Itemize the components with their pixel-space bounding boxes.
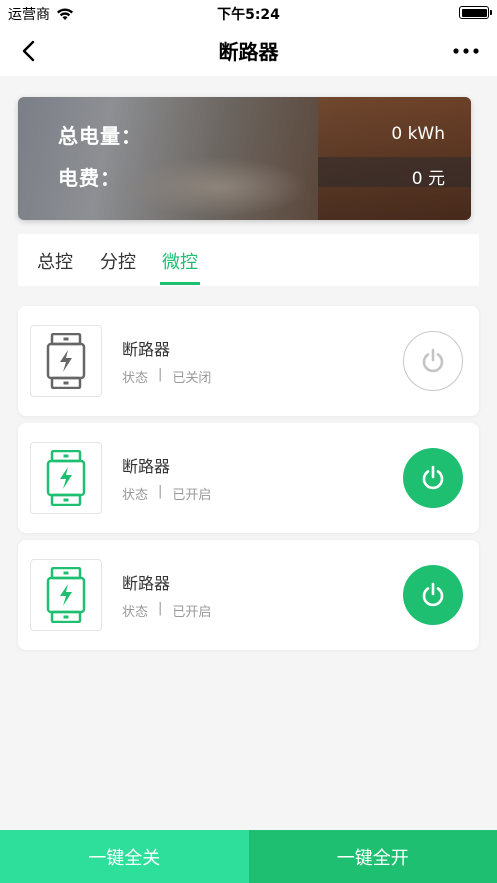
device-name: 断路器 <box>122 574 171 593</box>
device-status: 状态 | 已开启 <box>122 484 211 503</box>
device-card[interactable]: 断路器 状态 | 已关闭 <box>18 306 479 416</box>
status-time: 下午5:24 <box>217 7 280 23</box>
tab-micro-control[interactable]: 微控 <box>162 248 198 274</box>
fee-label: 电费： <box>58 165 121 190</box>
breaker-icon <box>46 333 86 389</box>
breaker-icon <box>46 450 86 506</box>
device-icon-box <box>30 442 102 514</box>
status-value: 已开启 <box>172 605 212 620</box>
status-separator: | <box>158 367 163 382</box>
status-bar: 运营商 下午5:24 <box>0 0 497 26</box>
fee-row: 电费： 0 元 <box>58 161 445 191</box>
status-separator: | <box>158 484 163 499</box>
fee-value: 0 元 <box>411 168 445 189</box>
device-name: 断路器 <box>122 457 171 476</box>
device-status: 状态 | 已开启 <box>122 601 211 620</box>
status-label: 状态 <box>122 605 149 620</box>
status-value: 已关闭 <box>172 371 212 386</box>
tab-master-control[interactable]: 总控 <box>37 248 73 274</box>
active-tab-indicator <box>160 282 200 285</box>
device-status: 状态 | 已关闭 <box>122 367 211 386</box>
power-toggle-button[interactable] <box>403 448 463 508</box>
energy-summary-card: 总电量： 0 kWh 电费： 0 元 <box>18 97 471 220</box>
power-toggle-button[interactable] <box>403 331 463 391</box>
more-dots-icon <box>453 48 479 54</box>
breaker-icon <box>46 567 86 623</box>
power-icon <box>422 348 444 373</box>
status-separator: | <box>158 601 163 616</box>
power-icon <box>422 465 444 490</box>
device-icon-box <box>30 325 102 397</box>
battery-icon <box>459 6 492 19</box>
status-label: 状态 <box>122 371 149 386</box>
nav-bar: 断路器 <box>0 26 497 76</box>
device-card[interactable]: 断路器 状态 | 已开启 <box>18 423 479 533</box>
all-off-button[interactable]: 一键全关 <box>0 830 249 883</box>
status-value: 已开启 <box>172 488 212 503</box>
bottom-action-bar: 一键全关 一键全开 <box>0 830 497 883</box>
total-energy-value: 0 kWh <box>391 124 445 144</box>
device-name: 断路器 <box>122 340 171 359</box>
tab-branch-control[interactable]: 分控 <box>100 248 136 274</box>
all-on-button[interactable]: 一键全开 <box>248 830 497 883</box>
total-energy-label: 总电量： <box>58 123 142 148</box>
control-tabs: 总控 分控 微控 <box>18 234 479 286</box>
page-title: 断路器 <box>218 40 279 64</box>
device-card[interactable]: 断路器 状态 | 已开启 <box>18 540 479 650</box>
total-energy-row: 总电量： 0 kWh <box>58 119 445 149</box>
power-icon <box>422 582 444 607</box>
status-label: 状态 <box>122 488 149 503</box>
power-toggle-button[interactable] <box>403 565 463 625</box>
device-icon-box <box>30 559 102 631</box>
more-button[interactable] <box>451 38 481 64</box>
